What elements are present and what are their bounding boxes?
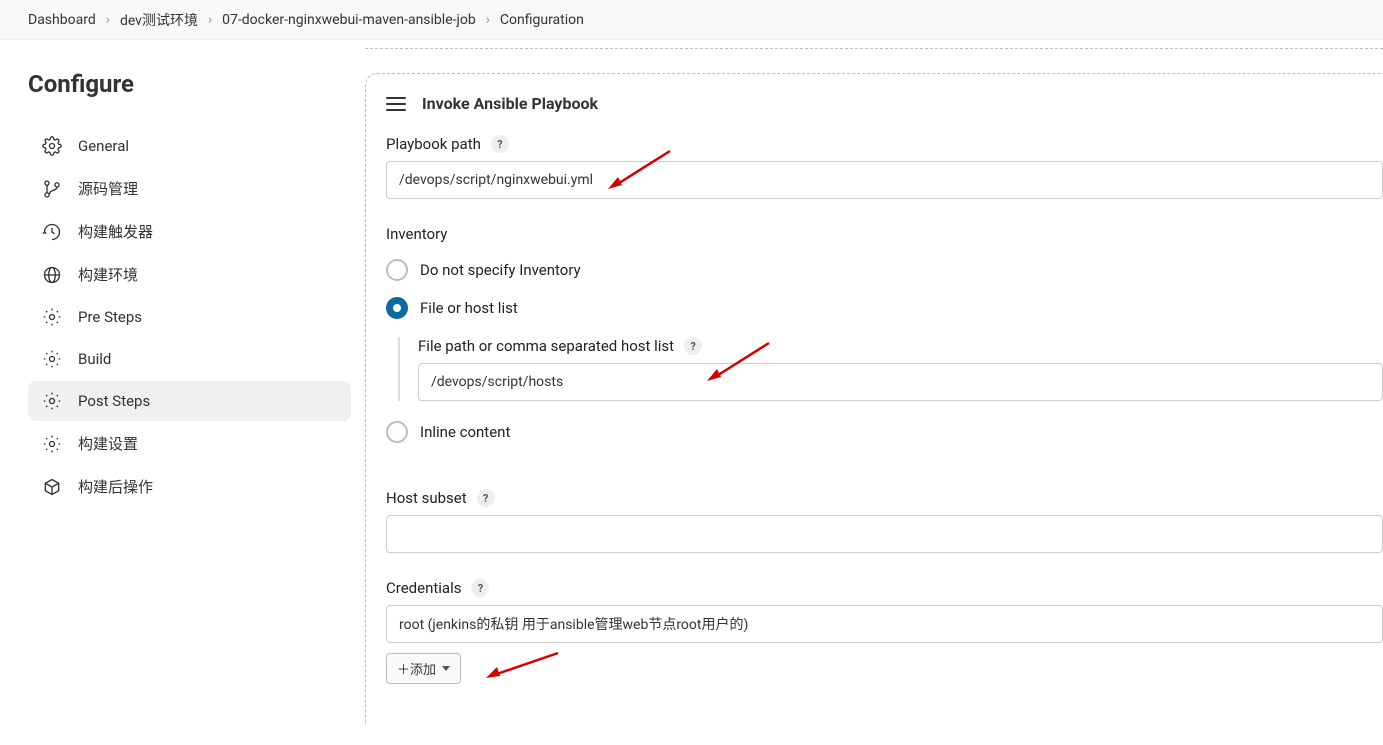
inventory-label: Inventory [386, 225, 447, 243]
chevron-right-icon: › [486, 12, 490, 28]
page-title: Configure [28, 70, 351, 98]
chevron-right-icon: › [106, 12, 110, 28]
gear-icon [42, 136, 62, 156]
add-button-label: 添加 [410, 659, 436, 678]
gear-icon [42, 391, 62, 411]
clock-icon [42, 222, 62, 242]
sidebar-item-scm[interactable]: 源码管理 [28, 168, 351, 209]
radio-label: Inline content [420, 423, 510, 441]
drag-handle-icon[interactable] [386, 97, 406, 111]
ansible-step-card: Invoke Ansible Playbook Playbook path ? … [365, 73, 1383, 724]
breadcrumb-item[interactable]: dev测试环境 [120, 10, 198, 30]
gear-icon [42, 307, 62, 327]
gear-icon [42, 349, 62, 369]
sidebar-item-settings[interactable]: 构建设置 [28, 423, 351, 464]
inventory-radio-inline[interactable]: Inline content [386, 421, 1383, 443]
breadcrumb: Dashboard › dev测试环境 › 07-docker-nginxweb… [0, 0, 1383, 40]
add-credentials-button[interactable]: ＋添加 [386, 653, 461, 684]
globe-icon [42, 265, 62, 285]
help-icon[interactable]: ? [477, 489, 495, 507]
gear-icon [42, 434, 62, 454]
sidebar-item-env[interactable]: 构建环境 [28, 254, 351, 295]
radio-icon [386, 297, 408, 319]
branch-icon [42, 179, 62, 199]
step-title: Invoke Ansible Playbook [422, 94, 598, 113]
host-subset-input[interactable] [386, 515, 1383, 553]
sidebar-item-label: 构建环境 [78, 264, 138, 285]
chevron-down-icon [442, 666, 450, 671]
plus-icon: ＋ [397, 659, 410, 678]
breadcrumb-item[interactable]: 07-docker-nginxwebui-maven-ansible-job [222, 12, 476, 28]
radio-label: File or host list [420, 299, 518, 317]
breadcrumb-item[interactable]: Dashboard [28, 12, 96, 28]
help-icon[interactable]: ? [491, 135, 509, 153]
inventory-radio-none[interactable]: Do not specify Inventory [386, 259, 1383, 281]
sidebar-item-pre-steps[interactable]: Pre Steps [28, 297, 351, 337]
credentials-select[interactable] [386, 605, 1383, 643]
radio-label: Do not specify Inventory [420, 261, 581, 279]
chevron-right-icon: › [208, 12, 212, 28]
help-icon[interactable]: ? [471, 579, 489, 597]
sidebar-item-triggers[interactable]: 构建触发器 [28, 211, 351, 252]
playbook-path-label: Playbook path [386, 135, 481, 153]
box-icon [42, 477, 62, 497]
radio-icon [386, 421, 408, 443]
sidebar-item-label: 构建后操作 [78, 476, 153, 497]
help-icon[interactable]: ? [684, 337, 702, 355]
previous-step-divider [365, 48, 1383, 49]
file-path-label: File path or comma separated host list [418, 337, 674, 355]
sidebar-item-label: 构建设置 [78, 433, 138, 454]
sidebar-item-post-steps[interactable]: Post Steps [28, 381, 351, 421]
sidebar-item-label: Build [78, 350, 111, 368]
host-subset-label: Host subset [386, 489, 467, 507]
sidebar-item-general[interactable]: General [28, 126, 351, 166]
inventory-radio-file[interactable]: File or host list [386, 297, 1383, 319]
playbook-path-input[interactable] [386, 161, 1383, 199]
sidebar-item-label: 构建触发器 [78, 221, 153, 242]
main-content: Invoke Ansible Playbook Playbook path ? … [365, 40, 1383, 724]
radio-icon [386, 259, 408, 281]
sidebar-item-label: Post Steps [78, 392, 150, 410]
file-path-input[interactable] [418, 363, 1383, 401]
credentials-label: Credentials [386, 579, 461, 597]
sidebar: Configure General 源码管理 构建触发器 构建环境 Pre St… [0, 40, 365, 724]
sidebar-item-label: Pre Steps [78, 308, 142, 326]
sidebar-item-postbuild[interactable]: 构建后操作 [28, 466, 351, 507]
sidebar-item-label: 源码管理 [78, 178, 138, 199]
sidebar-item-label: General [78, 137, 129, 155]
breadcrumb-item[interactable]: Configuration [500, 12, 584, 28]
sidebar-item-build[interactable]: Build [28, 339, 351, 379]
